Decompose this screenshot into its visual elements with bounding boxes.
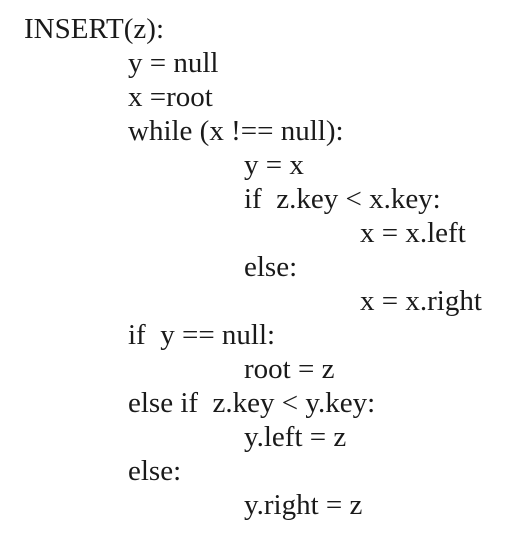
code-line-root-z: root = z — [244, 353, 335, 385]
code-line-y-assign-x: y = x — [244, 149, 304, 181]
code-line-y-right: y.right = z — [244, 489, 363, 521]
code-line-y-left: y.left = z — [244, 421, 347, 453]
code-line-else-outer: else: — [128, 455, 182, 487]
code-line-else-if: else if z.key < y.key: — [128, 387, 376, 419]
code-line-while: while (x !== null): — [128, 115, 344, 147]
code-line-x-root: x =root — [128, 81, 213, 113]
code-line-header: INSERT(z): — [24, 13, 165, 45]
code-line-y-null: y = null — [128, 47, 219, 79]
pseudocode-block: INSERT(z): y = null x =root while (x !==… — [0, 0, 522, 542]
code-line-x-right: x = x.right — [360, 285, 482, 317]
code-line-if-y-null: if y == null: — [128, 319, 276, 351]
code-line-if-less: if z.key < x.key: — [244, 183, 441, 215]
code-line-else-inner: else: — [244, 251, 298, 283]
code-line-x-left: x = x.left — [360, 217, 466, 249]
